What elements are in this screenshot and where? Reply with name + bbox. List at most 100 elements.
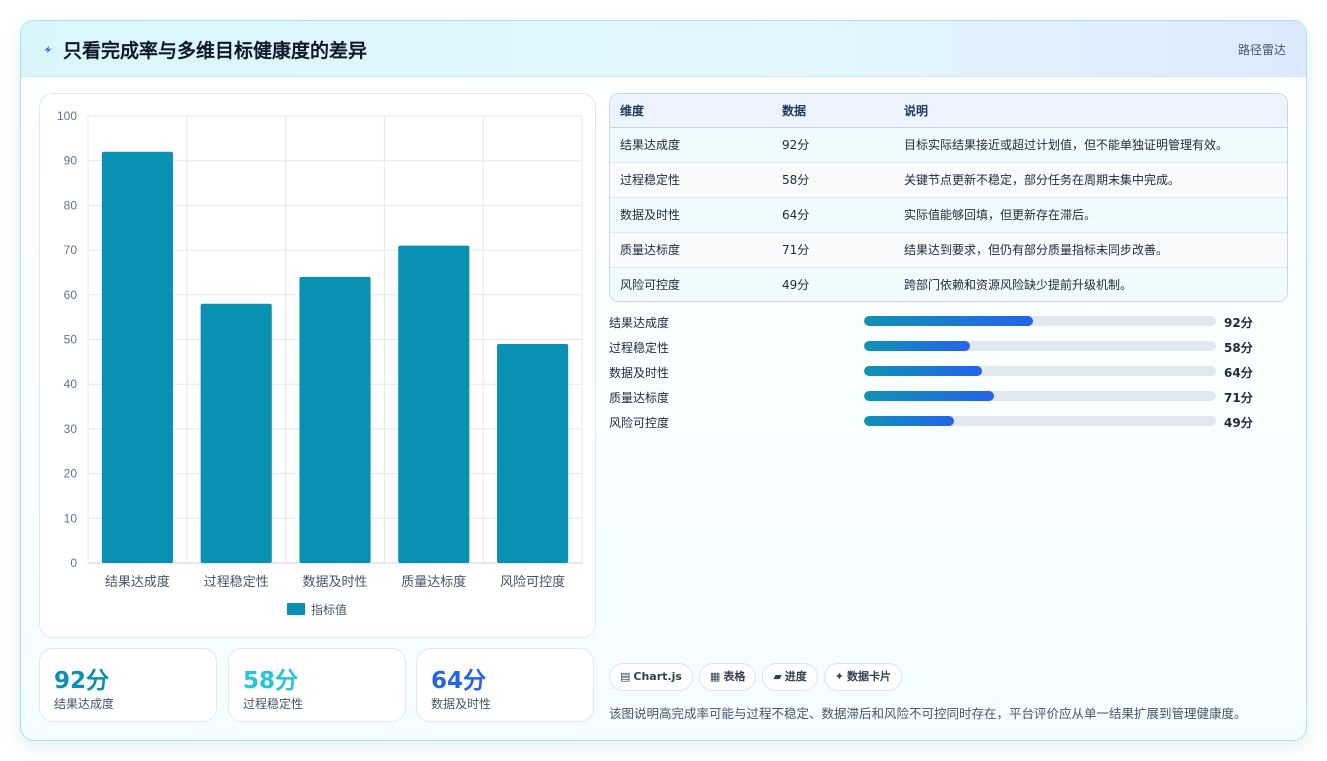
table-cell-dimension: 数据及时性 bbox=[610, 196, 772, 232]
progress-value: 71分 bbox=[1224, 391, 1253, 405]
chip-label: 进度 bbox=[784, 670, 807, 683]
table-row: 结果达成度 92分 目标实际结果接近或超过计划值，但不能单独证明管理有效。 bbox=[610, 126, 1287, 162]
progress-fill bbox=[864, 416, 954, 426]
card-header: 只看完成率与多维目标健康度的差异 路径雷达 bbox=[21, 21, 1306, 77]
stat-label: 过程稳定性 bbox=[243, 697, 304, 711]
progress-value: 58分 bbox=[1224, 341, 1253, 355]
y-tick-label: 30 bbox=[64, 422, 78, 436]
progress-fill bbox=[864, 316, 1033, 326]
progress-track bbox=[864, 416, 1216, 426]
stat-value: 92分 bbox=[54, 668, 110, 694]
chip-label: 表格 bbox=[723, 670, 746, 683]
table-row: 过程稳定性 58分 关键节点更新不稳定，部分任务在周期末集中完成。 bbox=[610, 161, 1287, 197]
y-tick-label: 50 bbox=[64, 333, 78, 347]
tech-chips: ▤ Chart.js ▦ 表格 ▰ 进度 ✦ 数据卡片 bbox=[609, 663, 908, 691]
table-cell-dimension: 质量达标度 bbox=[610, 231, 772, 267]
table-cell-data: 49分 bbox=[772, 266, 894, 301]
chip-data-card[interactable]: ✦ 数据卡片 bbox=[823, 663, 903, 691]
stat-label: 数据及时性 bbox=[431, 697, 492, 711]
stat-value: 64分 bbox=[431, 668, 487, 694]
page-title: 只看完成率与多维目标健康度的差异 bbox=[63, 40, 368, 62]
progress-value: 49分 bbox=[1224, 416, 1253, 430]
table-cell-description: 实际值能够回填，但更新存在滞后。 bbox=[894, 196, 1287, 232]
y-tick-label: 40 bbox=[64, 377, 78, 391]
table-cell-dimension: 过程稳定性 bbox=[610, 161, 772, 197]
progress-track bbox=[864, 366, 1216, 376]
table-cell-data: 58分 bbox=[772, 161, 894, 197]
x-tick-label: 数据及时性 bbox=[302, 575, 367, 590]
table-header-dimension: 维度 bbox=[610, 94, 772, 128]
bar-chart: 0 10 20 30 40 50 60 70 80 90 100 结果达成度 过程稳定性 数据及时性 质量达… bbox=[57, 109, 583, 617]
progress-track bbox=[864, 341, 1216, 351]
y-tick-label: 10 bbox=[64, 511, 78, 525]
bolt-icon bbox=[44, 46, 52, 53]
stat-card-3: 64分 数据及时性 bbox=[416, 648, 594, 722]
chip-label: Chart.js bbox=[633, 670, 682, 683]
progress-list: 结果达成度 92分 过程稳定性 58分 数据及时性 64分 质量达标度 71分 … bbox=[609, 311, 1288, 436]
y-tick-label: 70 bbox=[64, 243, 78, 257]
table-row: 数据及时性 64分 实际值能够回填，但更新存在滞后。 bbox=[610, 196, 1287, 232]
bar-chart-panel: 0 10 20 30 40 50 60 70 80 90 100 结果达成度 过程稳定性 数据及时性 质量达… bbox=[39, 93, 596, 638]
bar bbox=[497, 343, 569, 563]
x-tick-label: 质量达标度 bbox=[401, 574, 466, 590]
table-cell-data: 64分 bbox=[772, 196, 894, 232]
progress-track bbox=[864, 316, 1216, 326]
bar bbox=[101, 151, 173, 563]
progress-row: 质量达标度 71分 bbox=[609, 386, 1288, 411]
progress-row: 过程稳定性 58分 bbox=[609, 336, 1288, 361]
y-tick-label: 20 bbox=[64, 467, 78, 481]
table-icon: ▦ bbox=[709, 670, 721, 683]
progress-fill bbox=[864, 391, 995, 401]
legend-label: 指标值 bbox=[311, 602, 347, 617]
table-cell-data: 92分 bbox=[772, 126, 894, 162]
progress-value: 92分 bbox=[1224, 316, 1253, 330]
table-cell-description: 目标实际结果接近或超过计划值，但不能单独证明管理有效。 bbox=[894, 126, 1287, 162]
bar bbox=[398, 245, 470, 563]
y-tick-label: 60 bbox=[64, 288, 78, 302]
legend-swatch bbox=[287, 603, 305, 615]
chip-label: 数据卡片 bbox=[847, 670, 892, 683]
table-cell-dimension: 风险可控度 bbox=[610, 266, 772, 301]
bar bbox=[299, 276, 371, 563]
sparkle-icon: ✦ bbox=[834, 670, 845, 683]
table-header-row: 维度 数据 说明 bbox=[610, 94, 1287, 128]
y-tick-label: 90 bbox=[64, 154, 78, 168]
y-tick-label: 100 bbox=[57, 109, 77, 123]
x-tick-label: 过程稳定性 bbox=[204, 574, 269, 590]
chip-table[interactable]: ▦ 表格 bbox=[698, 663, 757, 691]
progress-row: 结果达成度 92分 bbox=[609, 311, 1288, 336]
footer-note: 该图说明高完成率可能与过程不稳定、数据滞后和风险不可控同时存在，平台评价应从单一… bbox=[609, 706, 1247, 721]
progress-fill bbox=[864, 366, 982, 376]
chip-chartjs[interactable]: ▤ Chart.js bbox=[609, 663, 693, 691]
y-tick-label: 0 bbox=[70, 556, 77, 570]
x-tick-label: 风险可控度 bbox=[500, 574, 565, 590]
table-header-data: 数据 bbox=[772, 94, 894, 128]
progress-value: 64分 bbox=[1224, 366, 1253, 380]
main-card: 只看完成率与多维目标健康度的差异 路径雷达 0 10 20 30 40 50 60 70 80 9… bbox=[20, 20, 1307, 741]
progress-icon: ▰ bbox=[773, 670, 782, 683]
table-cell-description: 跨部门依赖和资源风险缺少提前升级机制。 bbox=[894, 266, 1287, 301]
table-cell-dimension: 结果达成度 bbox=[610, 126, 772, 162]
table-cell-description: 结果达到要求，但仍有部分质量指标未同步改善。 bbox=[894, 231, 1287, 267]
progress-fill bbox=[864, 341, 970, 351]
progress-label: 风险可控度 bbox=[609, 416, 670, 430]
progress-row: 风险可控度 49分 bbox=[609, 411, 1288, 436]
chip-progress[interactable]: ▰ 进度 bbox=[762, 663, 818, 691]
progress-label: 结果达成度 bbox=[609, 316, 670, 330]
progress-label: 数据及时性 bbox=[609, 366, 670, 380]
stat-label: 结果达成度 bbox=[54, 697, 115, 711]
stat-card-1: 92分 结果达成度 bbox=[39, 648, 217, 722]
progress-track bbox=[864, 391, 1216, 401]
table-row: 风险可控度 49分 跨部门依赖和资源风险缺少提前升级机制。 bbox=[610, 266, 1287, 301]
y-tick-label: 80 bbox=[64, 198, 78, 212]
chart-icon: ▤ bbox=[620, 670, 631, 683]
header-tag: 路径雷达 bbox=[1237, 43, 1286, 57]
table-cell-data: 71分 bbox=[772, 231, 894, 267]
stat-card-2: 58分 过程稳定性 bbox=[228, 648, 406, 722]
bar bbox=[200, 303, 272, 563]
table-header-description: 说明 bbox=[894, 94, 1287, 128]
progress-row: 数据及时性 64分 bbox=[609, 361, 1288, 386]
x-tick-label: 结果达成度 bbox=[105, 574, 170, 590]
table-row: 质量达标度 71分 结果达到要求，但仍有部分质量指标未同步改善。 bbox=[610, 231, 1287, 267]
data-table: 维度 数据 说明 结果达成度 92分 目标实际结果接近或超过计划值，但不能单独证… bbox=[609, 93, 1288, 302]
